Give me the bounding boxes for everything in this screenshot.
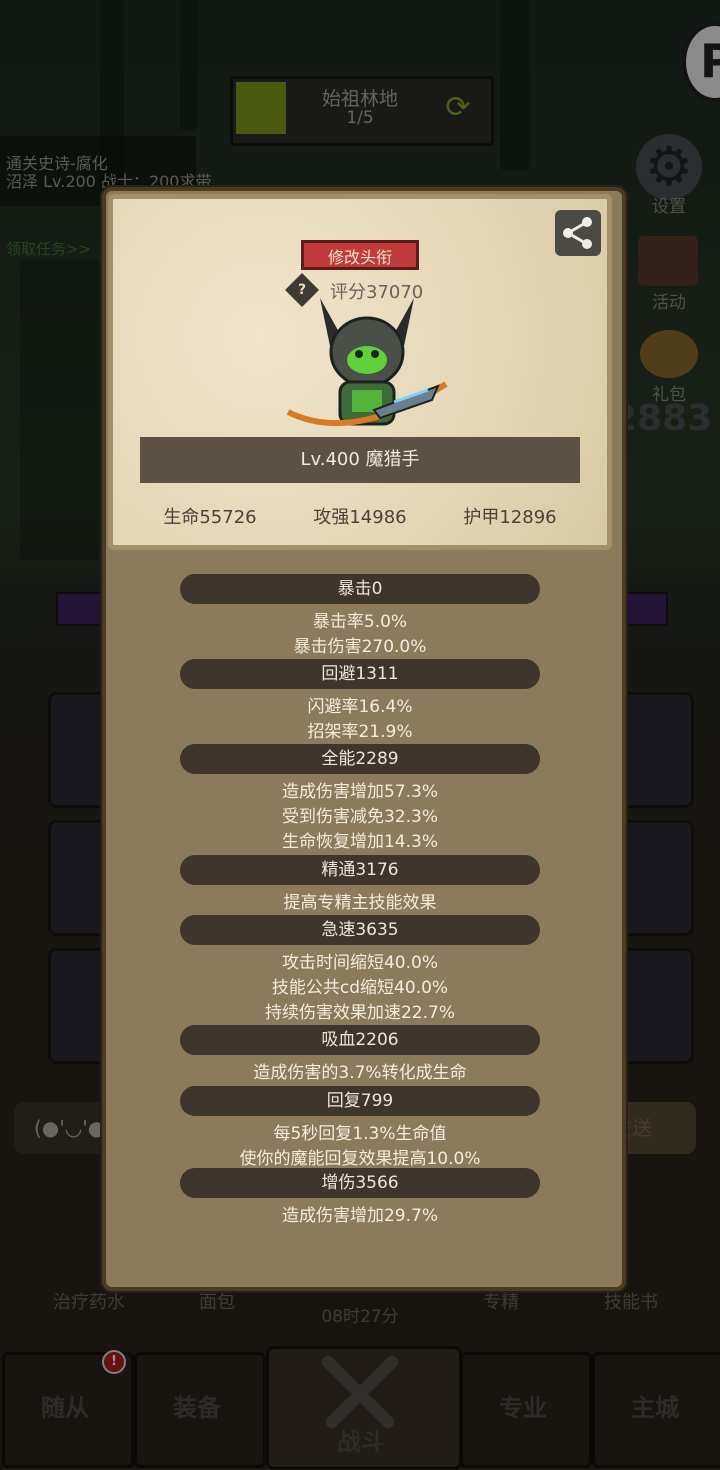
stat-line: 造成伤害增加29.7%: [281, 1206, 438, 1226]
stat-line: 造成伤害增加57.3%: [281, 782, 438, 802]
stat-header-lifesteal: 吸血2206: [180, 1025, 540, 1055]
stat-line: 暴击率5.0%: [312, 612, 408, 632]
stat-line: 生命恢复增加14.3%: [281, 832, 438, 852]
stat-line: 提高专精主技能效果: [283, 893, 437, 913]
stat-line: 造成伤害的3.7%转化成生命: [253, 1063, 467, 1083]
stat-line: 招架率21.9%: [307, 722, 413, 742]
stat-line: 暴击伤害270.0%: [293, 637, 427, 657]
share-button[interactable]: [555, 210, 601, 256]
stat-header-regen: 回复799: [180, 1086, 540, 1116]
stat-header-damage-bonus: 增伤3566: [180, 1168, 540, 1198]
stat-line: 技能公共cd缩短40.0%: [271, 978, 449, 998]
hero-portrait: [282, 290, 452, 446]
stat-line: 使你的魔能回复效果提高10.0%: [239, 1149, 481, 1169]
stat-line: 持续伤害效果加速22.7%: [264, 1003, 455, 1023]
share-icon: [563, 217, 592, 249]
stat-header-mastery: 精通3176: [180, 855, 540, 885]
stat-line: 受到伤害减免32.3%: [281, 807, 438, 827]
stat-line: 闪避率16.4%: [307, 697, 413, 717]
stat-header-haste: 急速3635: [180, 915, 540, 945]
stat-attack: 攻强14986: [313, 507, 407, 528]
stat-hp: 生命55726: [163, 507, 257, 528]
stat-armor: 护甲12896: [463, 507, 557, 528]
stat-header-avoidance: 回避1311: [180, 659, 540, 689]
hero-name-level: Lv.400 魔猎手: [140, 437, 580, 483]
stat-line: 每5秒回复1.3%生命值: [273, 1124, 447, 1144]
stat-header-versatility: 全能2289: [180, 744, 540, 774]
stat-header-crit: 暴击0: [180, 574, 540, 604]
change-title-button[interactable]: 修改头衔: [301, 240, 419, 270]
stat-line: 攻击时间缩短40.0%: [281, 953, 438, 973]
